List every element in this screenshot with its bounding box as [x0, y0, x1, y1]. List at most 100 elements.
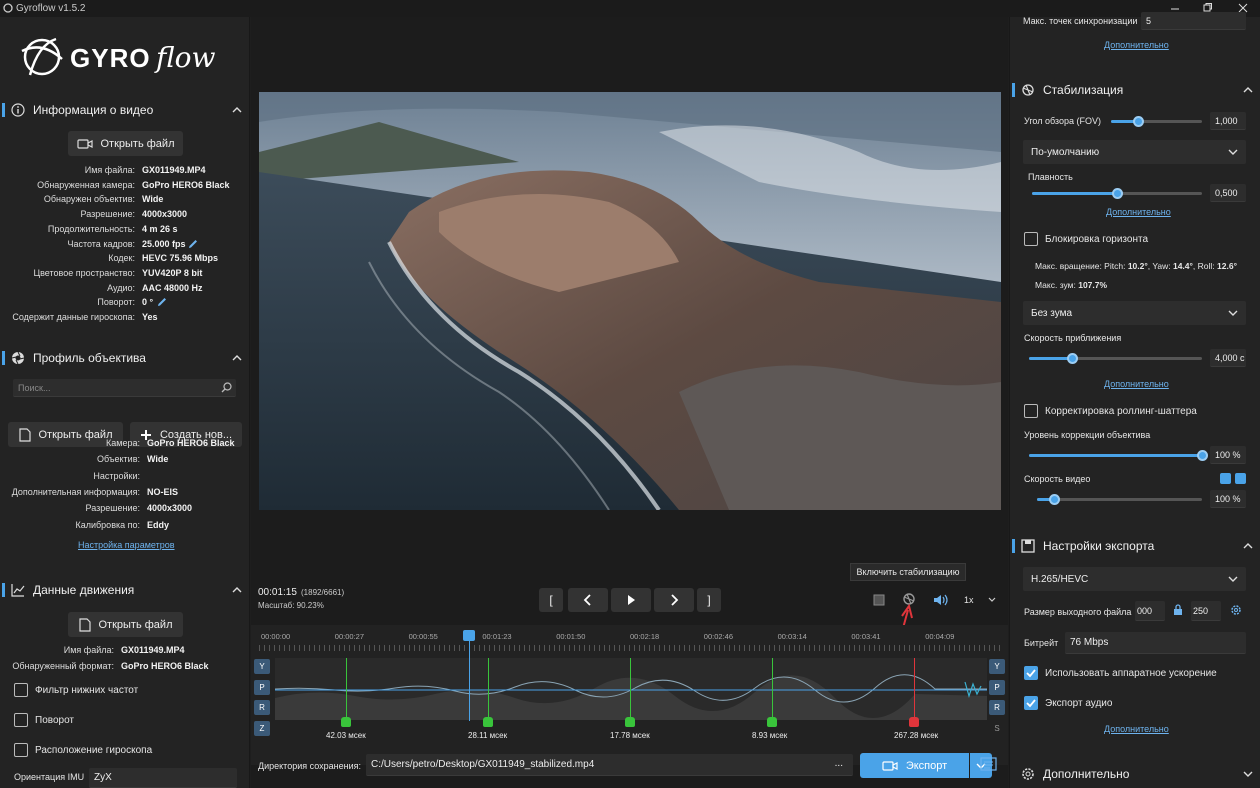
timeline-tick-label: 00:04:09 [925, 632, 955, 641]
imu-orientation-input[interactable]: ZyX [89, 768, 237, 788]
hw-accel-checkbox[interactable] [1024, 666, 1038, 680]
smoothing-method-select[interactable]: По-умолчанию [1023, 140, 1246, 164]
axis-toggle-right-y[interactable]: Y [989, 659, 1005, 674]
edit-pencil-icon[interactable] [188, 239, 198, 252]
speed-option-checkbox-2[interactable] [1235, 473, 1246, 484]
sync-points-input[interactable]: 5 [1141, 12, 1246, 30]
lens-correction-slider[interactable] [1029, 450, 1208, 461]
zoom-speed-slider[interactable] [1029, 353, 1202, 364]
browse-dots-button[interactable]: ... [835, 758, 843, 769]
open-video-button[interactable]: Открыть файл [68, 131, 183, 156]
sync-point-marker[interactable] [909, 717, 919, 727]
horizon-lock-checkbox[interactable] [1024, 232, 1038, 246]
smoothness-value: 0,500 [1215, 187, 1238, 198]
sync-point-line [914, 658, 915, 718]
video-speed-knob[interactable] [1048, 494, 1060, 505]
open-motion-button[interactable]: Открыть файл [68, 612, 183, 637]
rolling-shutter-checkbox[interactable] [1024, 404, 1038, 418]
lens-correction-knob[interactable] [1197, 450, 1208, 461]
chevron-up-icon[interactable] [232, 584, 242, 594]
vi-key: Обнаружен объектив: [43, 194, 135, 205]
smoothing-method-value: По-умолчанию [1031, 146, 1100, 158]
speed-option-checkbox-1[interactable] [1220, 473, 1231, 484]
vi-key: Имя файла: [84, 165, 135, 175]
motion-option-checkbox[interactable] [14, 743, 28, 757]
motion-option-checkbox[interactable] [14, 683, 28, 697]
sync-point-marker[interactable] [483, 717, 493, 727]
sync-point-marker[interactable] [767, 717, 777, 727]
lp-key: Камера: [106, 438, 140, 448]
output-path-input[interactable]: C:/Users/petro/Desktop/GX011949_stabiliz… [366, 754, 853, 776]
next-frame-button[interactable] [654, 588, 694, 612]
lens-search-input[interactable]: Поиск... [13, 379, 236, 397]
zoom-more-link[interactable]: Дополнительно [1104, 379, 1169, 389]
playhead-handle[interactable] [463, 630, 476, 641]
video-preview[interactable] [259, 92, 1001, 510]
set-in-point-button[interactable]: [ [539, 588, 563, 612]
set-out-point-button[interactable]: ] [697, 588, 721, 612]
axis-toggle-y[interactable]: Y [254, 659, 270, 674]
axis-toggle-right-r[interactable]: R [989, 700, 1005, 715]
smoothness-knob[interactable] [1112, 188, 1123, 199]
zoom-speed-input[interactable]: 4,000 с [1210, 349, 1246, 367]
motion-option-checkbox[interactable] [14, 713, 28, 727]
lens-correction-input[interactable]: 100 % [1210, 446, 1246, 464]
smooth-more-link[interactable]: Дополнительно [1106, 207, 1171, 217]
sync-point-marker[interactable] [341, 717, 351, 727]
lens-profile-header[interactable]: Профиль объектива [0, 344, 250, 372]
zoom-mode-select[interactable]: Без зума [1023, 301, 1246, 325]
axis-toggle-r[interactable]: R [254, 700, 270, 715]
chevron-up-icon[interactable] [1243, 84, 1253, 94]
export-button[interactable]: Экспорт [860, 753, 969, 778]
fov-slider[interactable] [1111, 116, 1202, 127]
smoothness-input[interactable]: 0,500 [1210, 184, 1246, 202]
axis-toggle-right-s[interactable]: S [989, 721, 1005, 736]
stabilization-header[interactable]: Стабилизация [1010, 76, 1260, 104]
output-height-input[interactable]: 250 [1191, 601, 1221, 621]
lens-correction-label: Уровень коррекции объектива [1024, 430, 1151, 440]
crop-icon[interactable] [871, 592, 887, 611]
axis-toggle-z[interactable]: Z [254, 720, 270, 736]
vi-value: GoPro HERO6 Black [142, 179, 230, 190]
advanced-header[interactable]: Дополнительно [1010, 760, 1260, 788]
search-icon[interactable] [221, 382, 232, 395]
gear-icon[interactable] [1230, 604, 1242, 619]
output-width-input[interactable]: 000 [1135, 601, 1165, 621]
fov-input[interactable]: 1,000 [1210, 112, 1246, 130]
chevron-up-icon[interactable] [232, 352, 242, 362]
chevron-down-icon[interactable] [1243, 768, 1253, 778]
export-label: Экспорт [905, 759, 948, 772]
zoom-speed-knob[interactable] [1067, 353, 1079, 364]
render-queue-icon[interactable] [980, 757, 998, 776]
prev-frame-button[interactable] [568, 588, 608, 612]
motion-data-title: Данные движения [33, 583, 135, 597]
export-settings-header[interactable]: Настройки экспорта [1010, 532, 1260, 560]
edit-pencil-icon[interactable] [157, 297, 167, 310]
lens-settings-link[interactable]: Настройка параметров [78, 540, 175, 550]
play-button[interactable] [611, 588, 651, 612]
fov-knob[interactable] [1133, 116, 1145, 127]
audio-icon[interactable] [932, 592, 948, 611]
vi-value: HEVC 75.96 Mbps [142, 253, 219, 264]
chevron-up-icon[interactable] [1243, 540, 1253, 550]
lock-icon[interactable] [1173, 604, 1183, 619]
export-more-link[interactable]: Дополнительно [1104, 724, 1169, 734]
motion-data-header[interactable]: Данные движения [0, 576, 250, 604]
video-speed-input[interactable]: 100 % [1210, 490, 1246, 508]
chevron-up-icon[interactable] [232, 104, 242, 114]
smoothness-slider[interactable] [1032, 188, 1202, 199]
sync-points-value: 5 [1146, 15, 1152, 26]
sync-point-marker[interactable] [625, 717, 635, 727]
bitrate-input[interactable]: 76 Mbps [1065, 632, 1246, 654]
axis-toggle-right-p[interactable]: P [989, 679, 1005, 695]
sync-more-link[interactable]: Дополнительно [1104, 40, 1169, 50]
playback-speed-select[interactable]: 1x [956, 589, 1002, 611]
axis-toggle-p[interactable]: P [254, 679, 270, 695]
vi-value: AAC 48000 Hz [142, 282, 203, 293]
video-speed-slider[interactable] [1037, 494, 1202, 505]
codec-select[interactable]: H.265/HEVC [1023, 567, 1246, 591]
md-key: Имя файла: [63, 645, 114, 655]
video-info-header[interactable]: Информация о видео [0, 96, 250, 124]
export-audio-checkbox[interactable] [1024, 696, 1038, 710]
current-time: 00:01:15 [258, 587, 297, 598]
